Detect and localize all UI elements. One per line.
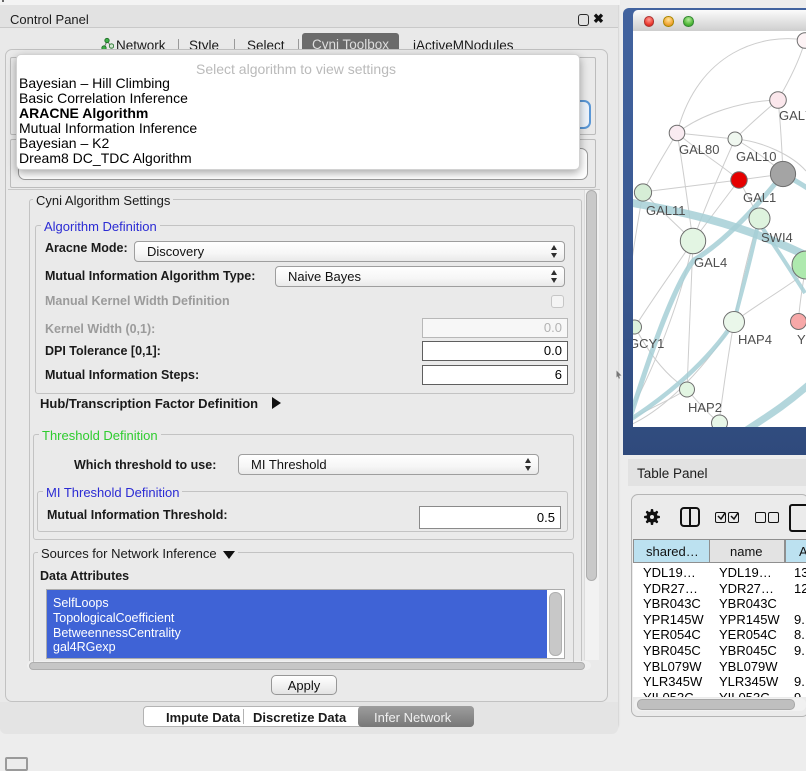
svg-text:GAL11: GAL11 bbox=[646, 203, 686, 218]
svg-text:GAL1: GAL1 bbox=[743, 190, 776, 205]
svg-text:GAL7: GAL7 bbox=[779, 108, 806, 123]
svg-text:GCY1: GCY1 bbox=[633, 336, 664, 351]
svg-text:GAL80: GAL80 bbox=[679, 142, 719, 157]
svg-text:GAL10: GAL10 bbox=[736, 149, 776, 164]
svg-text:HAP4: HAP4 bbox=[738, 332, 772, 347]
svg-text:HAP2: HAP2 bbox=[688, 400, 722, 415]
svg-text:GAL4: GAL4 bbox=[694, 255, 727, 270]
svg-text:SWI4: SWI4 bbox=[761, 230, 793, 245]
svg-text:Y: Y bbox=[797, 332, 806, 347]
